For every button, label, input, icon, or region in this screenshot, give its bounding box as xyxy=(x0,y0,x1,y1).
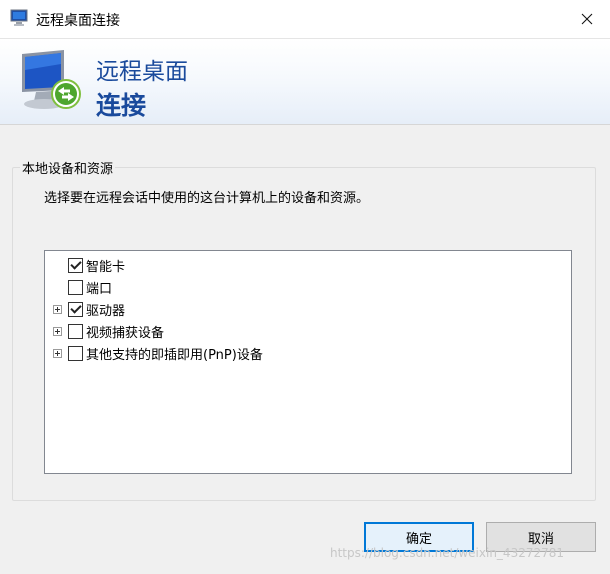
expand-icon[interactable] xyxy=(53,349,62,358)
cancel-button[interactable]: 取消 xyxy=(486,522,596,552)
tree-item-label: 驱动器 xyxy=(86,304,126,319)
header-banner: 远程桌面 连接 xyxy=(0,39,610,125)
tree-item-label: 其他支持的即插即用(PnP)设备 xyxy=(86,348,263,363)
tree-item-label: 端口 xyxy=(86,282,113,297)
remote-desktop-monitor-icon xyxy=(22,50,81,109)
banner-title-line1: 远程桌面 xyxy=(96,59,188,85)
drives-checkbox[interactable] xyxy=(68,302,83,317)
ok-button[interactable]: 确定 xyxy=(364,522,474,552)
window-title: 远程桌面连接 xyxy=(36,13,120,29)
banner-title-line2: 连接 xyxy=(96,91,147,120)
pnp-devices-checkbox[interactable] xyxy=(68,346,83,361)
expand-icon[interactable] xyxy=(53,305,62,314)
smart-card-checkbox[interactable] xyxy=(68,258,83,273)
expand-icon[interactable] xyxy=(53,327,62,336)
close-icon xyxy=(581,13,593,25)
ports-checkbox[interactable] xyxy=(68,280,83,295)
title-bar: 远程桌面连接 xyxy=(0,0,610,39)
tree-item-label: 智能卡 xyxy=(86,260,126,275)
group-legend: 本地设备和资源 xyxy=(20,158,116,177)
remote-desktop-icon xyxy=(10,9,28,26)
group-description: 选择要在远程会话中使用的这台计算机上的设备和资源。 xyxy=(44,191,370,206)
close-button[interactable] xyxy=(564,0,610,38)
device-tree[interactable]: 智能卡 端口 驱动器 视频捕获设备 其他支持的即插即用(PnP)设备 xyxy=(44,250,572,474)
video-capture-checkbox[interactable] xyxy=(68,324,83,339)
tree-item-label: 视频捕获设备 xyxy=(86,326,165,341)
